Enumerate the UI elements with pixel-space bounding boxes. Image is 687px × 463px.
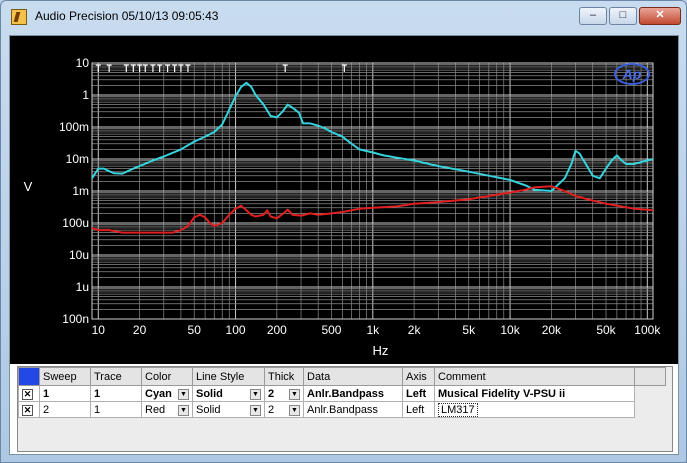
y-axis-label: V xyxy=(24,179,33,194)
row-1-axis[interactable]: Left xyxy=(402,385,435,402)
x-tick-label: 20 xyxy=(133,323,147,337)
row-1-data[interactable]: Anlr.Bandpass xyxy=(303,385,403,402)
x-tick-label: 100 xyxy=(226,323,246,337)
column-header-comment[interactable]: Comment xyxy=(434,367,635,386)
trace-table: Sweep Trace Color Line Style Thick Data … xyxy=(18,367,666,418)
x-tick-label: 50 xyxy=(188,323,202,337)
row-1-line-style-value: Solid xyxy=(196,387,223,400)
column-header-trace[interactable]: Trace xyxy=(90,367,142,386)
x-tick-label: 2k xyxy=(408,323,422,337)
chevron-down-icon[interactable]: ▼ xyxy=(289,388,300,400)
row-2-axis[interactable]: Left xyxy=(402,401,435,418)
chevron-down-icon[interactable]: ▼ xyxy=(289,404,300,416)
x-tick-label: 100k xyxy=(634,323,661,337)
row-2-thick-value: 2 xyxy=(268,403,275,416)
row-1-comment[interactable]: Musical Fidelity V-PSU ii xyxy=(434,385,635,402)
row-2-comment-input[interactable]: LM317 xyxy=(434,401,635,418)
column-header-axis[interactable]: Axis xyxy=(402,367,435,386)
row-1-color-value: Cyan xyxy=(145,387,172,400)
column-header-line-style[interactable]: Line Style xyxy=(192,367,265,386)
application-window: Audio Precision 05/10/13 09:05:43 – □ ✕ … xyxy=(0,0,687,463)
row-2-line-style-value: Solid xyxy=(196,403,221,416)
frequency-response-chart[interactable]: 101100m10m1m100u10u1u100n10 20 50 100 200 500… xyxy=(10,36,678,364)
y-tick-label: 1 xyxy=(82,88,89,102)
trace-row-2[interactable]: ✕ 2 1 Red ▼ Solid ▼ 2 ▼ Anlr.Bandpass Left … xyxy=(18,401,666,418)
row-2-trace[interactable]: 1 xyxy=(90,401,142,418)
column-header-color[interactable]: Color xyxy=(141,367,193,386)
select-all-corner[interactable] xyxy=(18,367,40,386)
row-2-color-select[interactable]: Red ▼ xyxy=(141,401,193,418)
row-2-spacer xyxy=(634,401,666,418)
close-button[interactable]: ✕ xyxy=(639,7,681,25)
y-tick-label: 1u xyxy=(76,280,89,294)
row-2-data[interactable]: Anlr.Bandpass xyxy=(303,401,403,418)
title-bar[interactable]: Audio Precision 05/10/13 09:05:43 – □ ✕ xyxy=(1,1,686,31)
row-1-trace[interactable]: 1 xyxy=(90,385,142,402)
chevron-down-icon[interactable]: ▼ xyxy=(178,404,189,416)
row-2-sweep[interactable]: 2 xyxy=(39,401,91,418)
row-1-enabled-checkbox[interactable]: ✕ xyxy=(18,385,40,402)
chevron-down-icon[interactable]: ▼ xyxy=(178,388,189,400)
column-header-thick[interactable]: Thick xyxy=(264,367,304,386)
row-2-comment[interactable]: LM317 xyxy=(438,402,478,417)
y-tick-label: 1m xyxy=(72,184,89,198)
x-tick-label: 5k xyxy=(462,323,476,337)
graph-client-area: 10 1 100m 10m 1m 100u 10u 1u 100n 10 20 50 100 200 500… xyxy=(9,35,679,455)
x-tick-label: 10 xyxy=(92,323,106,337)
y-tick-label: 100u xyxy=(62,216,89,230)
row-1-thick-select[interactable]: 2 ▼ xyxy=(264,385,304,402)
row-1-sweep[interactable]: 1 xyxy=(39,385,91,402)
chevron-down-icon[interactable]: ▼ xyxy=(250,404,261,416)
row-1-color-select[interactable]: Cyan ▼ xyxy=(141,385,193,402)
x-tick-label: 200 xyxy=(267,323,287,337)
trace-table-header: Sweep Trace Color Line Style Thick Data … xyxy=(18,367,666,386)
column-header-data[interactable]: Data xyxy=(303,367,403,386)
column-header-sweep[interactable]: Sweep xyxy=(39,367,91,386)
y-tick-label: 100m xyxy=(59,120,89,134)
y-tick-label: 100n xyxy=(62,312,89,326)
row-1-line-style-select[interactable]: Solid ▼ xyxy=(192,385,265,402)
column-header-spacer xyxy=(634,367,666,386)
ap-logo: Ap xyxy=(622,66,642,82)
window-title: Audio Precision 05/10/13 09:05:43 xyxy=(35,9,219,23)
x-tick-label: 20k xyxy=(542,323,562,337)
x-tick-label: 10k xyxy=(500,323,520,337)
row-2-enabled-checkbox[interactable]: ✕ xyxy=(18,401,40,418)
y-tick-label: 10m xyxy=(66,152,89,166)
audio-precision-app-icon[interactable] xyxy=(11,9,27,25)
trace-settings-panel: Sweep Trace Color Line Style Thick Data … xyxy=(17,366,673,452)
maximize-button[interactable]: □ xyxy=(609,7,637,25)
row-1-spacer xyxy=(634,385,666,402)
x-tick-label: 50k xyxy=(596,323,616,337)
minimize-button[interactable]: – xyxy=(579,7,607,25)
chevron-down-icon[interactable]: ▼ xyxy=(250,388,261,400)
x-tick-label: 1k xyxy=(366,323,380,337)
y-tick-label: 10 xyxy=(76,56,90,70)
row-2-thick-select[interactable]: 2 ▼ xyxy=(264,401,304,418)
x-tick-label: 500 xyxy=(321,323,341,337)
y-tick-label: 10u xyxy=(69,248,89,262)
row-2-line-style-select[interactable]: Solid ▼ xyxy=(192,401,265,418)
row-2-color-value: Red xyxy=(145,403,166,416)
trace-row-1[interactable]: ✕ 1 1 Cyan ▼ Solid ▼ 2 ▼ Anlr.Bandpass Left… xyxy=(18,385,666,402)
row-1-thick-value: 2 xyxy=(268,387,275,400)
plot-area[interactable]: 10 1 100m 10m 1m 100u 10u 1u 100n 10 20 50 100 200 500… xyxy=(10,36,678,364)
x-axis-label: Hz xyxy=(373,343,389,358)
